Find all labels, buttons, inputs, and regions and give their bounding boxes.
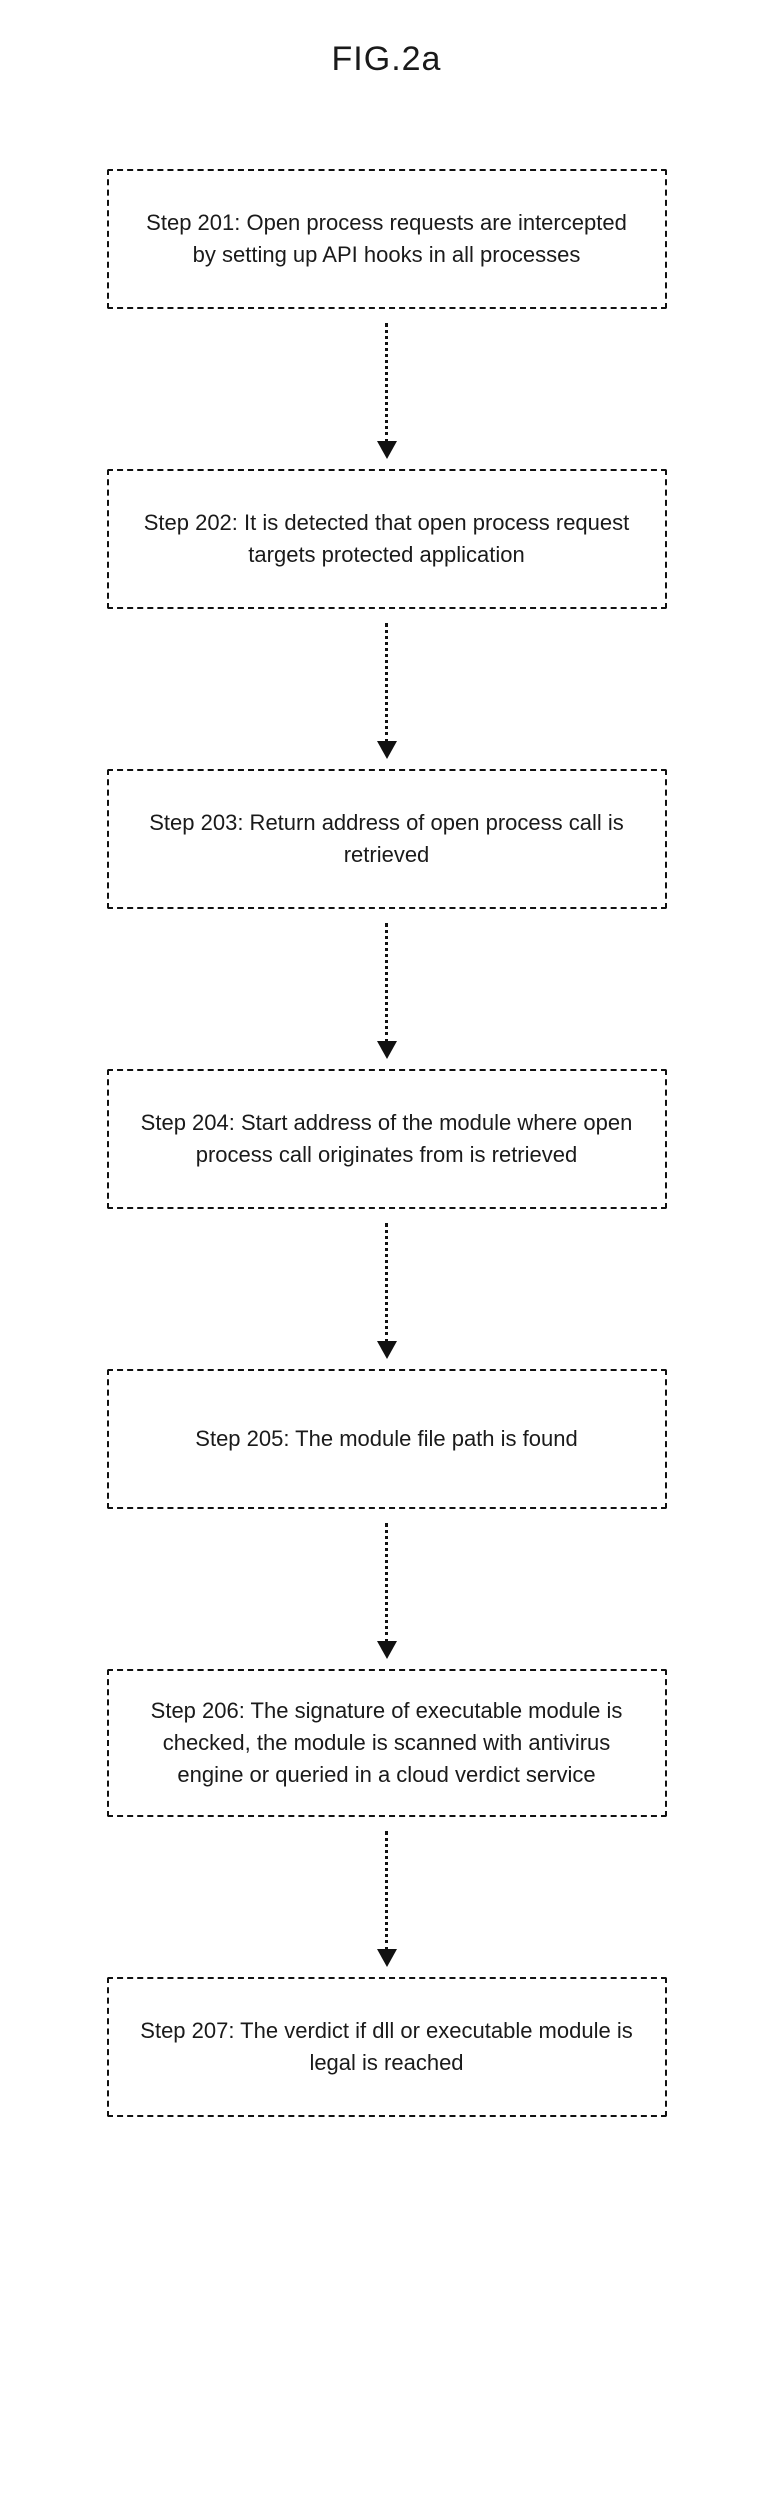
arrow-head-icon — [377, 741, 397, 759]
arrow-shaft — [385, 323, 388, 443]
step-205-text: Step 205: The module file path is found — [195, 1423, 577, 1455]
arrow-head-icon — [377, 1341, 397, 1359]
figure-title: FIG.2a — [0, 40, 773, 79]
arrow-head-icon — [377, 441, 397, 459]
step-202-text: Step 202: It is detected that open proce… — [137, 507, 637, 571]
arrow-203-204 — [377, 923, 397, 1059]
step-204-text: Step 204: Start address of the module wh… — [137, 1107, 637, 1171]
arrow-head-icon — [377, 1949, 397, 1967]
step-204-box: Step 204: Start address of the module wh… — [107, 1069, 667, 1209]
step-202-box: Step 202: It is detected that open proce… — [107, 469, 667, 609]
step-201-box: Step 201: Open process requests are inte… — [107, 169, 667, 309]
arrow-shaft — [385, 1223, 388, 1343]
step-207-box: Step 207: The verdict if dll or executab… — [107, 1977, 667, 2117]
step-201-text: Step 201: Open process requests are inte… — [137, 207, 637, 271]
arrow-shaft — [385, 623, 388, 743]
arrow-head-icon — [377, 1041, 397, 1059]
flowchart: Step 201: Open process requests are inte… — [0, 169, 773, 2117]
arrow-shaft — [385, 1523, 388, 1643]
arrow-206-207 — [377, 1831, 397, 1967]
arrow-202-203 — [377, 623, 397, 759]
arrow-204-205 — [377, 1223, 397, 1359]
step-207-text: Step 207: The verdict if dll or executab… — [137, 2015, 637, 2079]
step-206-box: Step 206: The signature of executable mo… — [107, 1669, 667, 1817]
step-205-box: Step 205: The module file path is found — [107, 1369, 667, 1509]
arrow-201-202 — [377, 323, 397, 459]
arrow-head-icon — [377, 1641, 397, 1659]
arrow-205-206 — [377, 1523, 397, 1659]
arrow-shaft — [385, 923, 388, 1043]
arrow-shaft — [385, 1831, 388, 1951]
step-206-text: Step 206: The signature of executable mo… — [137, 1695, 637, 1791]
step-203-box: Step 203: Return address of open process… — [107, 769, 667, 909]
figure-page: FIG.2a Step 201: Open process requests a… — [0, 0, 773, 2177]
step-203-text: Step 203: Return address of open process… — [137, 807, 637, 871]
